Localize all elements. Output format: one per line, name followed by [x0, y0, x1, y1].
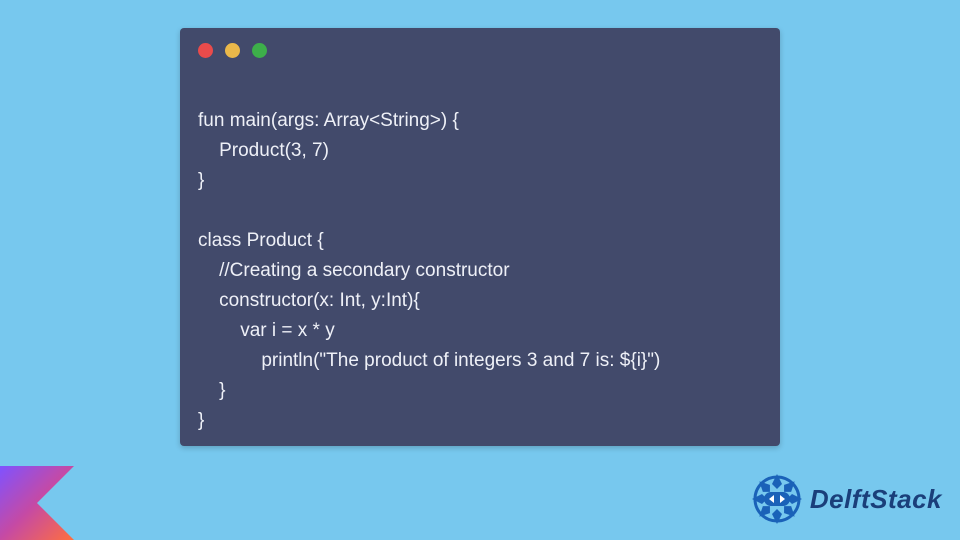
minimize-icon[interactable] [225, 43, 240, 58]
delftstack-logo-icon [750, 472, 804, 526]
code-window: fun main(args: Array<String>) { Product(… [180, 28, 780, 446]
window-titlebar [180, 28, 780, 72]
code-block: fun main(args: Array<String>) { Product(… [180, 72, 780, 454]
zoom-icon[interactable] [252, 43, 267, 58]
kotlin-logo-icon [0, 466, 74, 540]
delftstack-badge: DelftStack [750, 472, 942, 526]
brand-name: DelftStack [810, 484, 942, 515]
close-icon[interactable] [198, 43, 213, 58]
